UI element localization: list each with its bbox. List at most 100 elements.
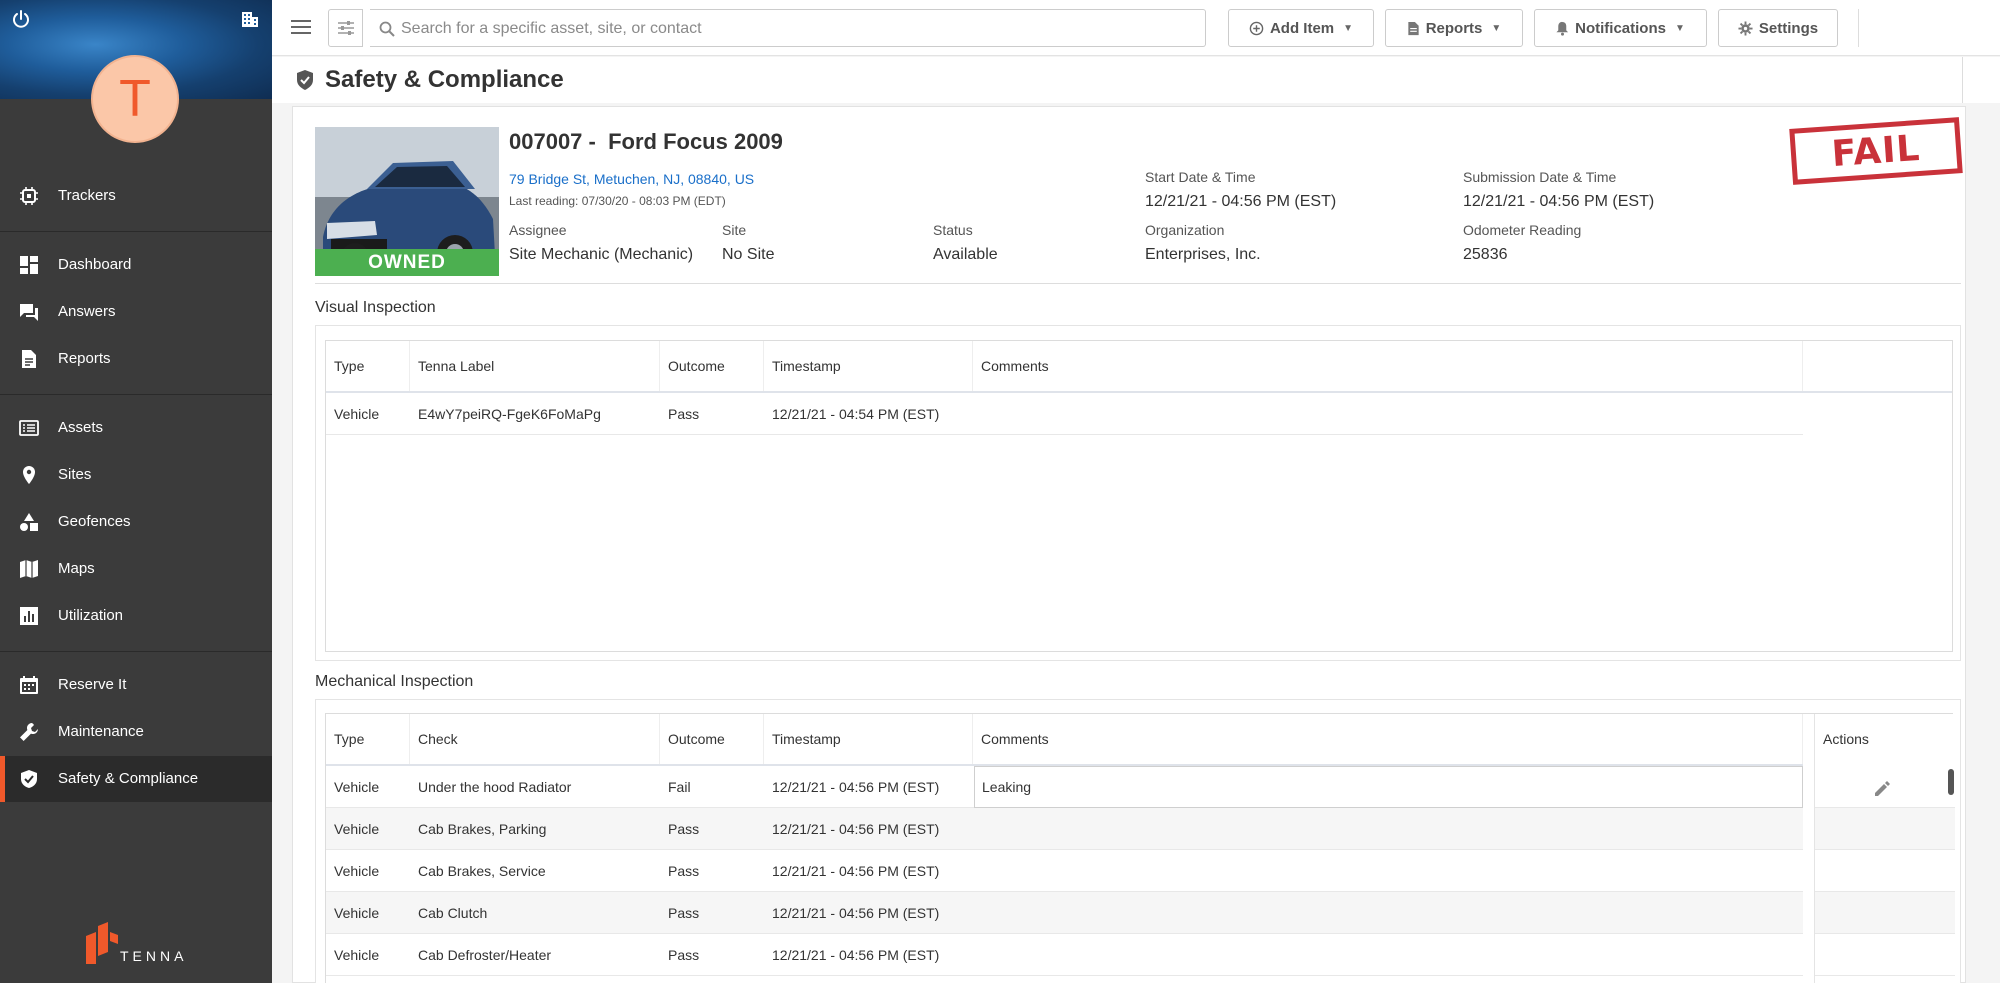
column-header[interactable]: Outcome bbox=[660, 714, 764, 764]
cell-check: Under the hood Radiator bbox=[418, 779, 572, 795]
plus-circle-icon bbox=[1249, 21, 1264, 35]
search-bar[interactable] bbox=[370, 9, 1206, 47]
shield-check-icon bbox=[297, 70, 313, 90]
organization-value: Enterprises, Inc. bbox=[1145, 246, 1261, 263]
cell-type: Vehicle bbox=[334, 406, 380, 422]
sidebar-item-utilization[interactable]: Utilization bbox=[0, 593, 272, 639]
sidebar-item-trackers[interactable]: Trackers bbox=[0, 173, 272, 219]
table-row[interactable]: Vehicle E4wY7peiRQ-FgeK6FoMaPg Pass 12/2… bbox=[326, 393, 1803, 435]
table-row[interactable]: Vehicle Cab Clutch Pass 12/21/21 - 04:56… bbox=[326, 892, 1803, 934]
wrench-icon bbox=[20, 723, 39, 741]
start-datetime-value: 12/21/21 - 04:56 PM (EST) bbox=[1145, 193, 1337, 210]
cell-check: Cab Defroster/Heater bbox=[418, 947, 552, 963]
submission-datetime-value: 12/21/21 - 04:56 PM (EST) bbox=[1463, 193, 1655, 210]
notifications-label: Notifications bbox=[1575, 19, 1666, 37]
sidebar-item-dashboard[interactable]: Dashboard bbox=[0, 242, 272, 288]
table-row[interactable]: Vehicle Under the hood Radiator Fail 12/… bbox=[326, 766, 1803, 808]
cell-outcome: Pass bbox=[668, 406, 700, 422]
sidebar-item-label: Trackers bbox=[58, 187, 116, 204]
column-header[interactable]: Comments bbox=[973, 341, 1803, 391]
cell-timestamp: 12/21/21 - 04:56 PM (EST) bbox=[772, 821, 940, 837]
column-header[interactable]: Timestamp bbox=[764, 714, 973, 764]
reports-button[interactable]: Reports ▼ bbox=[1385, 9, 1523, 47]
organization-label: Organization bbox=[1145, 222, 1225, 238]
column-header[interactable]: Type bbox=[326, 714, 410, 764]
start-datetime-label: Start Date & Time bbox=[1145, 169, 1256, 185]
building-icon[interactable] bbox=[240, 9, 260, 29]
table-row[interactable]: Vehicle Cab Defroster/Heater Pass 12/21/… bbox=[326, 934, 1803, 976]
status-label: Status bbox=[933, 222, 973, 238]
cell-outcome: Pass bbox=[668, 863, 700, 879]
hamburger-menu-icon[interactable] bbox=[290, 17, 312, 37]
column-header[interactable]: Comments bbox=[973, 714, 1803, 764]
page-title: Safety & Compliance bbox=[325, 66, 564, 93]
sidebar-item-safety-compliance[interactable]: Safety & Compliance bbox=[0, 756, 272, 802]
sidebar-item-label: Answers bbox=[58, 303, 116, 320]
chat-icon bbox=[20, 304, 38, 321]
add-item-label: Add Item bbox=[1269, 19, 1335, 37]
cell-comments bbox=[974, 850, 982, 892]
cell-comments bbox=[974, 808, 982, 850]
column-header[interactable]: Tenna Label bbox=[410, 341, 660, 391]
fail-stamp: FAIL bbox=[1789, 117, 1963, 185]
assignee-value: Site Mechanic (Mechanic) bbox=[509, 246, 694, 263]
sidebar-item-label: Dashboard bbox=[58, 256, 132, 273]
chevron-down-icon: ▼ bbox=[1674, 22, 1685, 34]
site-label: Site bbox=[722, 222, 747, 238]
sidebar-item-sites[interactable]: Sites bbox=[0, 452, 272, 498]
asset-address-link[interactable]: 79 Bridge St, Metuchen, NJ, 08840, US bbox=[509, 171, 754, 187]
avatar[interactable]: T bbox=[91, 55, 179, 143]
table-row[interactable]: Vehicle Cab Brakes, Service Pass 12/21/2… bbox=[326, 850, 1803, 892]
sidebar-item-geofences[interactable]: Geofences bbox=[0, 499, 272, 545]
cell-check: Cab Brakes, Service bbox=[418, 863, 546, 879]
sidebar-item-label: Reserve It bbox=[58, 676, 127, 693]
power-icon[interactable] bbox=[11, 9, 31, 29]
settings-button[interactable]: Settings bbox=[1718, 9, 1838, 47]
column-header[interactable]: Type bbox=[326, 341, 410, 391]
actions-column: Actions bbox=[1814, 714, 1955, 983]
column-header-actions: Actions bbox=[1823, 731, 1869, 747]
bell-icon bbox=[1556, 21, 1569, 36]
inspection-panel: OWNED 007007 - Ford Focus 2009 79 Bridge… bbox=[292, 106, 1966, 983]
dashboard-icon bbox=[20, 256, 38, 274]
cell-check: Cab Clutch bbox=[418, 905, 488, 921]
search-input[interactable] bbox=[401, 18, 1181, 40]
sidebar-item-reserve-it[interactable]: Reserve It bbox=[0, 662, 272, 708]
cell-type: Vehicle bbox=[334, 863, 380, 879]
pencil-edit-icon[interactable] bbox=[1873, 778, 1893, 798]
map-pin-icon bbox=[23, 466, 35, 484]
ownership-badge: OWNED bbox=[315, 249, 499, 276]
sidebar-item-answers[interactable]: Answers bbox=[0, 289, 272, 335]
column-header[interactable]: Timestamp bbox=[764, 341, 973, 391]
table-row[interactable]: Vehicle Cab Brakes, Parking Pass 12/21/2… bbox=[326, 808, 1803, 850]
sidebar-item-maps[interactable]: Maps bbox=[0, 546, 272, 592]
filter-button[interactable] bbox=[328, 9, 363, 47]
panel-edge bbox=[1962, 57, 2000, 103]
assignee-label: Assignee bbox=[509, 222, 567, 238]
page-title-bar: Safety & Compliance bbox=[272, 57, 2000, 103]
notifications-button[interactable]: Notifications ▼ bbox=[1534, 9, 1707, 47]
chevron-down-icon: ▼ bbox=[1491, 22, 1502, 34]
sidebar-item-maintenance[interactable]: Maintenance bbox=[0, 709, 272, 755]
table-scrollbar[interactable] bbox=[1948, 769, 1954, 795]
sidebar-item-label: Reports bbox=[58, 350, 111, 367]
cell-timestamp: 12/21/21 - 04:56 PM (EST) bbox=[772, 947, 940, 963]
sidebar-item-label: Sites bbox=[58, 466, 92, 483]
sidebar-item-reports[interactable]: Reports bbox=[0, 336, 272, 382]
column-header[interactable]: Outcome bbox=[660, 341, 764, 391]
cell-comments bbox=[974, 934, 982, 976]
visual-inspection-section: Type Tenna Label Outcome Timestamp Comme… bbox=[315, 325, 1961, 661]
header-divider bbox=[315, 283, 1961, 284]
calendar-icon bbox=[20, 676, 38, 694]
mechanical-inspection-section: Type Check Outcome Timestamp Comments Ve… bbox=[315, 699, 1961, 983]
cell-timestamp: 12/21/21 - 04:56 PM (EST) bbox=[772, 863, 940, 879]
sidebar-item-assets[interactable]: Assets bbox=[0, 405, 272, 451]
list-icon bbox=[19, 420, 39, 436]
add-item-button[interactable]: Add Item ▼ bbox=[1228, 9, 1374, 47]
asset-title: 007007 - Ford Focus 2009 bbox=[509, 129, 783, 154]
column-header[interactable]: Check bbox=[410, 714, 660, 764]
mechanical-inspection-table: Type Check Outcome Timestamp Comments Ve… bbox=[325, 713, 1955, 983]
cell-type: Vehicle bbox=[334, 779, 380, 795]
comment-cell-highlight[interactable] bbox=[974, 766, 1803, 808]
visual-inspection-title: Visual Inspection bbox=[315, 299, 436, 316]
